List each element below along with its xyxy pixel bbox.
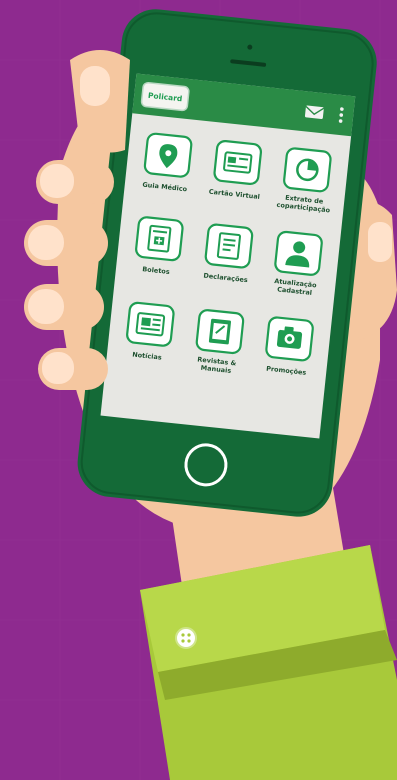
tile-atualizacao-cadastral[interactable] [274,230,323,276]
tile-revistas-manuais[interactable] [195,309,245,355]
manual-icon [208,318,232,345]
tile-declaracoes[interactable] [204,223,254,269]
tile-guia-medico[interactable] [143,132,193,178]
cuff-button [175,627,197,649]
mail-icon[interactable] [304,105,325,120]
thumb-nail [368,222,392,262]
sleeve [140,545,397,780]
tile-cartao-virtual[interactable] [213,140,262,186]
tile-boletos[interactable] [135,216,184,262]
tile-noticias[interactable] [126,301,175,347]
illustration: Policard Guia Médico Cartão Virtual Extr… [0,0,397,780]
tile-extrato-coparticipacao[interactable] [283,147,332,193]
tile-promocoes[interactable] [265,316,314,362]
tile-grid [126,132,332,362]
